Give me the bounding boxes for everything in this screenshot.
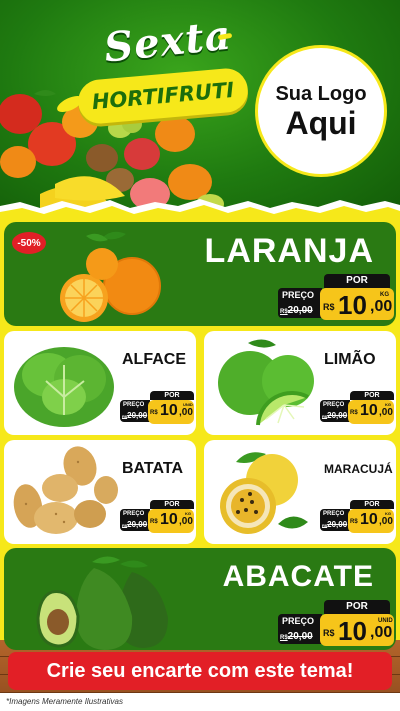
currency: R$ [323,302,335,312]
old-price: R$20,00 [122,411,147,420]
header-banner: Sexta HORTIFRUTI Sua Logo Aqui [0,0,400,215]
featured-card-laranja[interactable]: -50% LARANJA POR PREÇO R$20,00 R$ 10 ,00… [4,222,396,326]
discount-badge: -50% [12,232,46,254]
price-tag: POR PREÇO R$20,00 R$ 10 ,00 KG [278,272,394,322]
product-card-limao[interactable]: LIMÃO POR PREÇO R$20,00 R$ 10 ,00 KG [204,331,396,435]
preco-text: PREÇO [282,290,315,300]
price-unit: KG [385,511,391,516]
por-label: POR [324,274,390,288]
product-name: LARANJA [204,232,374,270]
por-label: POR [150,500,194,509]
disclaimer-text: *Imagens Meramente Ilustrativas [0,693,400,711]
price-decimals: ,00 [370,298,393,315]
preco-text: PREÇO [323,511,345,517]
old-currency: R$ [280,309,288,315]
old-price: R$20,00 [322,411,347,420]
avocado-image [36,556,168,650]
old-value: 20,00 [287,631,313,642]
price-tag: POR PREÇO R$20,00 R$ 10 ,00 KG [120,496,194,534]
price-value: 10 [338,290,367,320]
preco-text: PREÇO [123,511,145,517]
price-unit: KG [380,292,389,298]
old-value: 20,00 [327,520,348,529]
preco-text: PREÇO [323,402,345,408]
price-box: R$ 10 ,00 KG [320,288,394,320]
por-label: POR [150,391,194,400]
product-name: LIMÃO [324,351,376,368]
currency: R$ [350,410,358,416]
flyer-page: Sexta HORTIFRUTI Sua Logo Aqui -50% LARA… [0,0,400,711]
day-title: Sexta [101,11,234,72]
old-value: 20,00 [327,411,348,420]
price-value: 10 [160,402,178,419]
price-decimals: ,00 [179,516,193,527]
price-box: R$ 10 ,00 UNID [148,400,194,424]
torn-paper-edge [0,199,400,215]
price-box: R$ 10 ,00 UNID [320,614,394,646]
cta-text: Crie seu encarte com este tema! [46,659,354,682]
price-decimals: ,00 [179,407,193,418]
orange-image [60,231,161,322]
old-price: R$20,00 [280,631,313,642]
price-unit: KG [185,511,191,516]
price-value: 10 [360,402,378,419]
old-currency: R$ [280,635,288,641]
preco-text: PREÇO [282,616,315,626]
potato-image [13,446,118,534]
preco-text: PREÇO [123,402,145,408]
logo-text-line1: Sua Logo [275,82,367,105]
cta-banner[interactable]: Crie seu encarte com este tema! [8,652,392,690]
product-name: MARACUJÁ [324,462,393,476]
por-label: POR [350,500,394,509]
price-decimals: ,00 [379,516,393,527]
price-value: 10 [360,511,378,528]
price-value: 10 [160,511,178,528]
product-card-alface[interactable]: ALFACE POR PREÇO R$20,00 R$ 10 ,00 UNID [4,331,196,435]
category-label: HORTIFRUTI [90,77,236,115]
product-name: ALFACE [122,351,186,368]
passion-fruit-image [220,452,308,534]
currency: R$ [323,628,335,638]
price-decimals: ,00 [379,407,393,418]
lettuce-image [14,347,114,427]
price-tag: POR PREÇO R$20,00 R$ 10 ,00 UNID [278,598,394,648]
price-unit: KG [385,402,391,407]
old-value: 20,00 [287,305,313,316]
logo-placeholder: Sua Logo Aqui [255,45,387,177]
price-unit: UNID [183,402,193,407]
price-tag: POR PREÇO R$20,00 R$ 10 ,00 KG [320,496,394,534]
price-tag: POR PREÇO R$20,00 R$ 10 ,00 UNID [120,387,194,425]
product-card-batata[interactable]: BATATA POR PREÇO R$20,00 R$ 10 ,00 KG [4,440,196,544]
price-decimals: ,00 [370,624,393,641]
product-name: ABACATE [222,560,374,593]
old-price: R$20,00 [122,520,147,529]
old-price: R$20,00 [280,305,313,316]
por-label: POR [350,391,394,400]
por-label: POR [324,600,390,614]
old-price: R$20,00 [322,520,347,529]
currency: R$ [150,410,158,416]
product-name: BATATA [122,460,184,477]
currency: R$ [150,519,158,525]
logo-text-line2: Aqui [285,104,357,141]
lime-image [218,339,314,426]
price-tag: POR PREÇO R$20,00 R$ 10 ,00 KG [320,387,394,425]
old-value: 20,00 [127,520,148,529]
price-box: R$ 10 ,00 KG [348,400,394,424]
price-box: R$ 10 ,00 KG [148,509,194,533]
product-card-maracuja[interactable]: MARACUJÁ POR PREÇO R$20,00 R$ 10 ,00 KG [204,440,396,544]
currency: R$ [350,519,358,525]
price-unit: UNID [378,618,393,624]
old-value: 20,00 [127,411,148,420]
price-box: R$ 10 ,00 KG [348,509,394,533]
price-value: 10 [338,616,367,646]
featured-card-abacate[interactable]: ABACATE POR PREÇO R$20,00 R$ 10 ,00 UNID [4,548,396,650]
